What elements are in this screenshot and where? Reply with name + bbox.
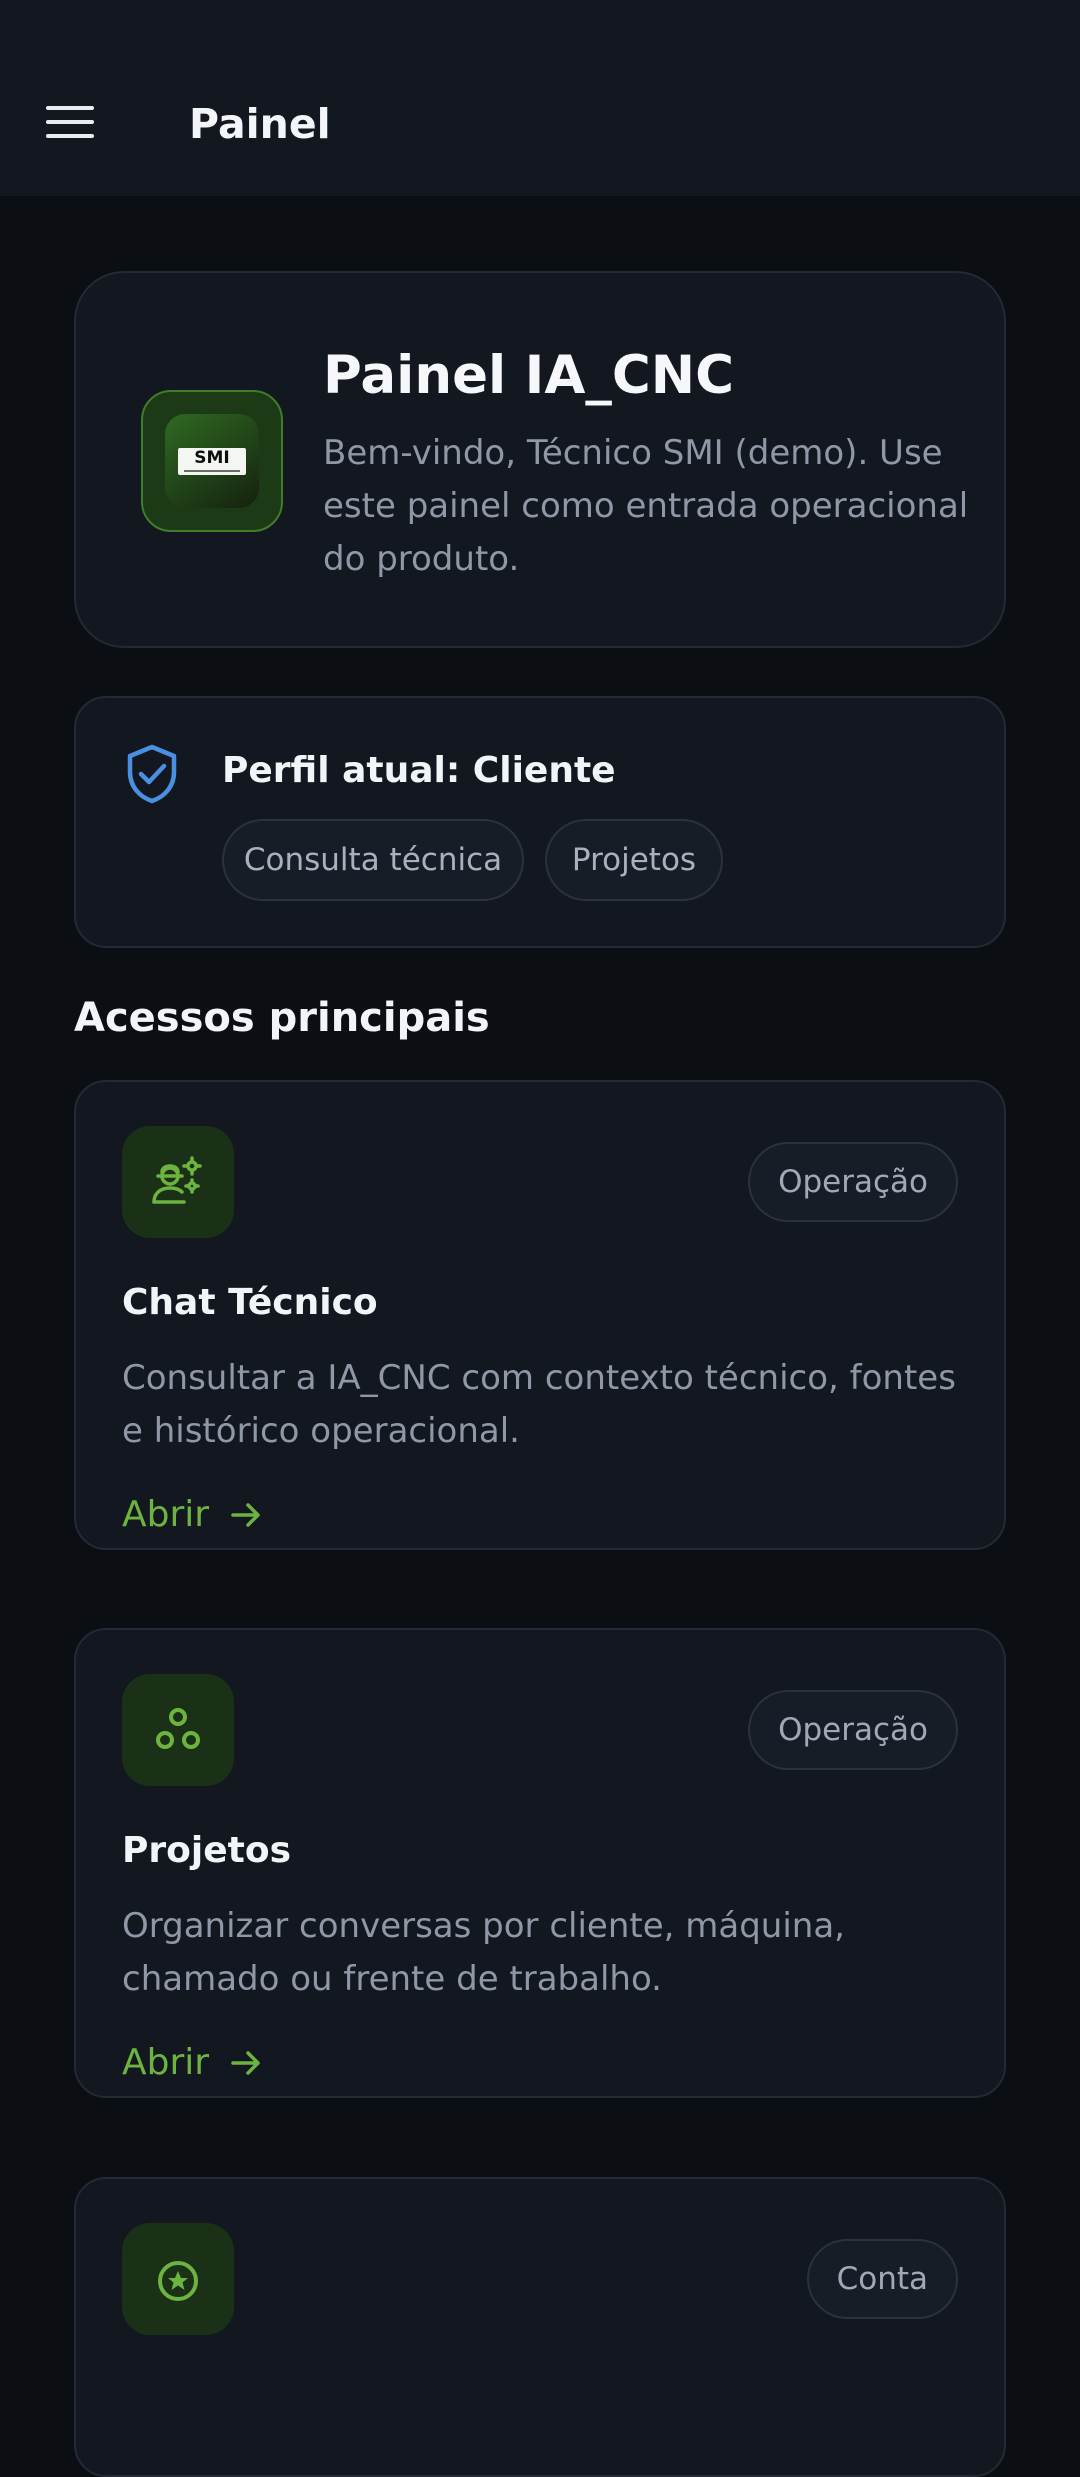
permission-chip: Projetos	[545, 819, 723, 901]
section-title: Acessos principais	[74, 995, 490, 1041]
welcome-card: SMI Painel IA_CNC Bem-vindo, Técnico SMI…	[74, 271, 1006, 648]
logo-text: SMI	[194, 448, 230, 468]
card-description: Consultar a IA_CNC com contexto técnico,…	[122, 1358, 956, 1451]
profile-card: Perfil atual: Cliente Consulta técnica P…	[74, 696, 1006, 948]
card-title: Projetos	[122, 1830, 291, 1871]
arrow-right-icon	[231, 1502, 260, 1527]
card-description: Organizar conversas por cliente, máquina…	[122, 1906, 845, 1999]
open-link-label: Abrir	[122, 1494, 210, 1535]
open-link-label: Abrir	[122, 2042, 210, 2083]
shield-check-icon	[127, 744, 177, 804]
category-tag: Operação	[748, 1142, 958, 1222]
category-tag: Operação	[748, 1690, 958, 1770]
permission-chip: Consulta técnica	[222, 819, 524, 901]
projects-circles-icon	[122, 1674, 234, 1786]
profile-title: Perfil atual: Cliente	[222, 750, 616, 791]
app-logo: SMI	[141, 390, 283, 532]
logo-plate: SMI	[178, 448, 246, 475]
arrow-right-icon	[231, 2050, 260, 2075]
open-chat-link[interactable]: Abrir	[122, 1494, 263, 1535]
technician-gears-icon	[122, 1126, 234, 1238]
card-title: Chat Técnico	[122, 1282, 378, 1323]
page-title: Painel	[189, 100, 331, 148]
open-projects-link[interactable]: Abrir	[122, 2042, 263, 2083]
logo-badge: SMI	[165, 414, 259, 508]
hamburger-menu-icon[interactable]	[46, 104, 96, 140]
access-card-projetos[interactable]: Operação Projetos Organizar conversas po…	[74, 1628, 1006, 2098]
hero-description: Bem-vindo, Técnico SMI (demo). Use este …	[323, 433, 969, 579]
category-tag: Conta	[806, 2239, 958, 2319]
access-card-chat-tecnico[interactable]: Operação Chat Técnico Consultar a IA_CNC…	[74, 1080, 1006, 1550]
access-card-conta[interactable]: Conta	[74, 2177, 1006, 2477]
star-circle-icon	[122, 2223, 234, 2335]
app-bar: Painel	[0, 0, 1080, 196]
hero-title: Painel IA_CNC	[323, 345, 735, 406]
